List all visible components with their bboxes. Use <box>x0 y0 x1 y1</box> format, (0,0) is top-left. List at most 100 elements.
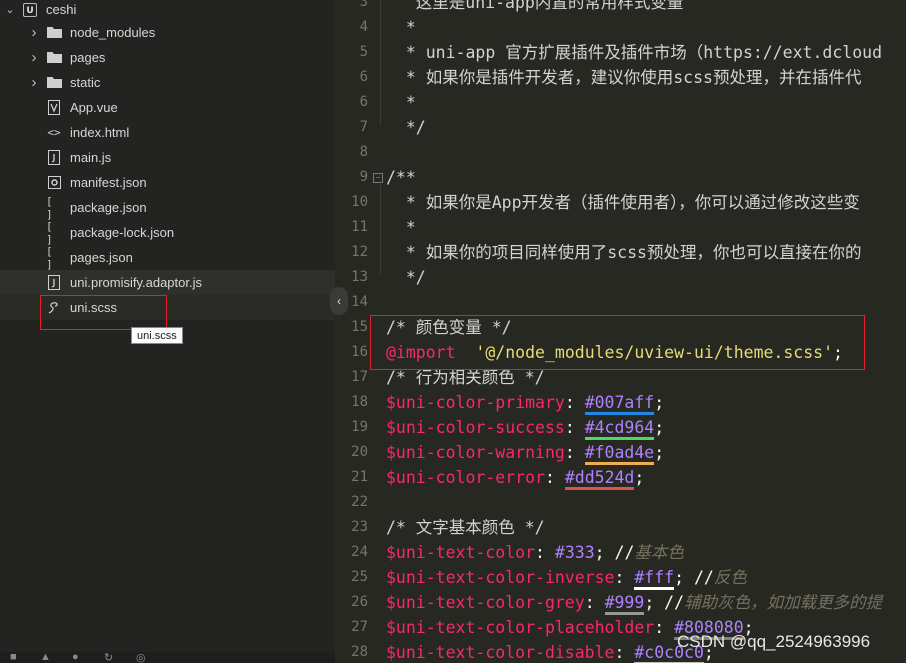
chevron-right-icon[interactable]: › <box>28 49 40 66</box>
code-token: 这里是uni-app内置的常用样式变量 <box>386 0 684 12</box>
refresh-icon[interactable]: ↻ <box>104 652 113 663</box>
file-label: package.json <box>70 200 147 215</box>
project-root[interactable]: ⌄ U ceshi <box>0 0 335 22</box>
project-name: ceshi <box>46 2 77 17</box>
file-explorer: ⌄ U ceshi › node_modules › pages › static App.… <box>0 0 335 663</box>
chevron-right-icon[interactable]: › <box>28 74 40 91</box>
vue-file-icon <box>46 100 62 116</box>
html-file-icon: <> <box>46 125 62 141</box>
code-line[interactable]: 15 /* 颜色变量 */ <box>335 315 906 340</box>
line-number: 18 <box>351 394 368 410</box>
chevron-down-icon[interactable]: ⌄ <box>4 3 16 16</box>
file-item[interactable]: uni.scss <box>0 295 335 320</box>
code-line[interactable]: 9−/** <box>335 165 906 190</box>
file-item[interactable]: [ ] package-lock.json <box>0 220 335 246</box>
code-line[interactable]: 10 * 如果你是App开发者（插件使用者），你可以通过修改这些变 <box>335 190 906 215</box>
code-editor[interactable]: 3 这里是uni-app内置的常用样式变量 4 * 5 * uni-app 官方扩展… <box>335 0 906 663</box>
icon-glyph: <> <box>47 126 61 139</box>
color-value: #007aff <box>584 393 655 415</box>
fold-toggle-icon[interactable]: − <box>373 173 383 183</box>
code-text: * 如果你是App开发者（插件使用者），你可以通过修改这些变 <box>386 190 860 215</box>
folder-icon <box>46 75 62 91</box>
json-file-icon: [ ] <box>46 220 62 246</box>
code-text: * uni-app 官方扩展插件及插件市场（https://ext.dcloud <box>386 40 882 65</box>
code-text: * 如果你的项目同样使用了scss预处理，你也可以直接在你的 <box>386 240 862 265</box>
file-item[interactable]: App.vue <box>0 95 335 120</box>
code-token: '@/node_modules/uview-ui/theme.scss' <box>475 343 834 362</box>
line-number: 12 <box>351 244 368 260</box>
code-line[interactable]: 7 */ <box>335 115 906 140</box>
line-number: 11 <box>351 219 368 235</box>
folder-item[interactable]: › pages <box>0 45 335 70</box>
code-text: * <box>386 215 416 240</box>
code-text: /* 文字基本颜色 */ <box>386 515 545 540</box>
code-text: * 如果你是插件开发者，建议你使用scss预处理，并在插件代 <box>386 65 862 90</box>
line-number: 8 <box>359 144 368 160</box>
folder-item[interactable]: › static <box>0 70 335 95</box>
file-item[interactable]: <> index.html <box>0 120 335 145</box>
code-line[interactable]: 20 $uni-color-warning: #f0ad4e; <box>335 440 906 465</box>
line-number: 27 <box>351 619 368 635</box>
code-line[interactable]: 14 <box>335 290 906 315</box>
globe-icon[interactable]: ◎ <box>136 652 146 663</box>
color-value: #4cd964 <box>584 418 655 440</box>
color-value: #fff <box>634 568 675 590</box>
code-line[interactable]: 6 * 如果你是插件开发者，建议你使用scss预处理，并在插件代 <box>335 65 906 90</box>
file-item[interactable]: uni.promisify.adaptor.js <box>0 270 335 295</box>
code-text: * <box>386 15 416 40</box>
collapse-sidebar-button[interactable]: ‹ <box>330 287 348 315</box>
file-item[interactable]: [ ] package.json <box>0 195 335 221</box>
file-item[interactable]: [ ] pages.json <box>0 244 335 271</box>
code-line[interactable]: 21 $uni-color-error: #dd524d; <box>335 465 906 490</box>
code-token: * 如果你是插件开发者，建议你使用scss预处理，并在插件代 <box>386 68 862 87</box>
file-label: main.js <box>70 150 112 165</box>
code-line[interactable]: 6 * <box>335 90 906 115</box>
code-token: $uni-color-warning <box>386 443 565 462</box>
json-file-icon: [ ] <box>46 195 62 221</box>
code-line[interactable]: 11 * <box>335 215 906 240</box>
code-text: $uni-text-color: #333; //基本色 <box>386 540 684 565</box>
code-line[interactable]: 25 $uni-text-color-inverse: #fff; //反色 <box>335 565 906 590</box>
code-line[interactable]: 19 $uni-color-success: #4cd964; <box>335 415 906 440</box>
code-line[interactable]: 18 $uni-color-primary: #007aff; <box>335 390 906 415</box>
code-token: : <box>614 643 635 662</box>
code-text: $uni-text-color-disable: #c0c0c0; <box>386 640 714 663</box>
line-number: 22 <box>351 494 368 510</box>
code-line[interactable]: 22 <box>335 490 906 515</box>
toolbar-icon[interactable]: ▲ <box>40 652 51 663</box>
toolbar-icon[interactable]: ■ <box>10 652 17 663</box>
code-token: $uni-text-color <box>386 543 536 562</box>
code-token: : <box>564 443 585 462</box>
icon-glyph: [ ] <box>46 244 53 271</box>
icon-glyph: [ ] <box>46 219 53 246</box>
code-line[interactable]: 3 这里是uni-app内置的常用样式变量 <box>335 0 906 15</box>
code-token: 辅助灰色，如加载更多的提 <box>684 593 883 612</box>
code-line[interactable]: 8 <box>335 140 906 165</box>
line-number: 6 <box>359 69 368 85</box>
line-number: 21 <box>351 469 368 485</box>
js-file-icon <box>46 275 62 291</box>
js-file-icon <box>46 150 62 166</box>
code-token: /* 行为相关颜色 */ <box>386 368 545 387</box>
code-line[interactable]: 5 * uni-app 官方扩展插件及插件市场（https://ext.dclo… <box>335 40 906 65</box>
line-number: 4 <box>359 19 368 35</box>
file-label: pages.json <box>70 250 133 265</box>
code-line[interactable]: 17 /* 行为相关颜色 */ <box>335 365 906 390</box>
folder-item[interactable]: › node_modules <box>0 20 335 45</box>
code-line[interactable]: 16 @import '@/node_modules/uview-ui/theme… <box>335 340 906 365</box>
code-line[interactable]: 4 * <box>335 15 906 40</box>
chevron-right-icon[interactable]: › <box>28 24 40 41</box>
code-line[interactable]: 26 $uni-text-color-grey: #999; //辅助灰色，如加载… <box>335 590 906 615</box>
code-token: ; // <box>674 568 714 587</box>
manifest-file-icon <box>46 175 62 191</box>
bug-icon[interactable]: ● <box>72 652 79 663</box>
code-line[interactable]: 24 $uni-text-color: #333; //基本色 <box>335 540 906 565</box>
code-line[interactable]: 12 * 如果你的项目同样使用了scss预处理，你也可以直接在你的 <box>335 240 906 265</box>
code-line[interactable]: 13 */ <box>335 265 906 290</box>
line-number: 26 <box>351 594 368 610</box>
code-line[interactable]: 23 /* 文字基本颜色 */ <box>335 515 906 540</box>
file-item[interactable]: manifest.json <box>0 170 335 195</box>
file-label: static <box>70 75 101 90</box>
file-item[interactable]: main.js <box>0 145 335 170</box>
code-token: ; <box>654 393 665 412</box>
